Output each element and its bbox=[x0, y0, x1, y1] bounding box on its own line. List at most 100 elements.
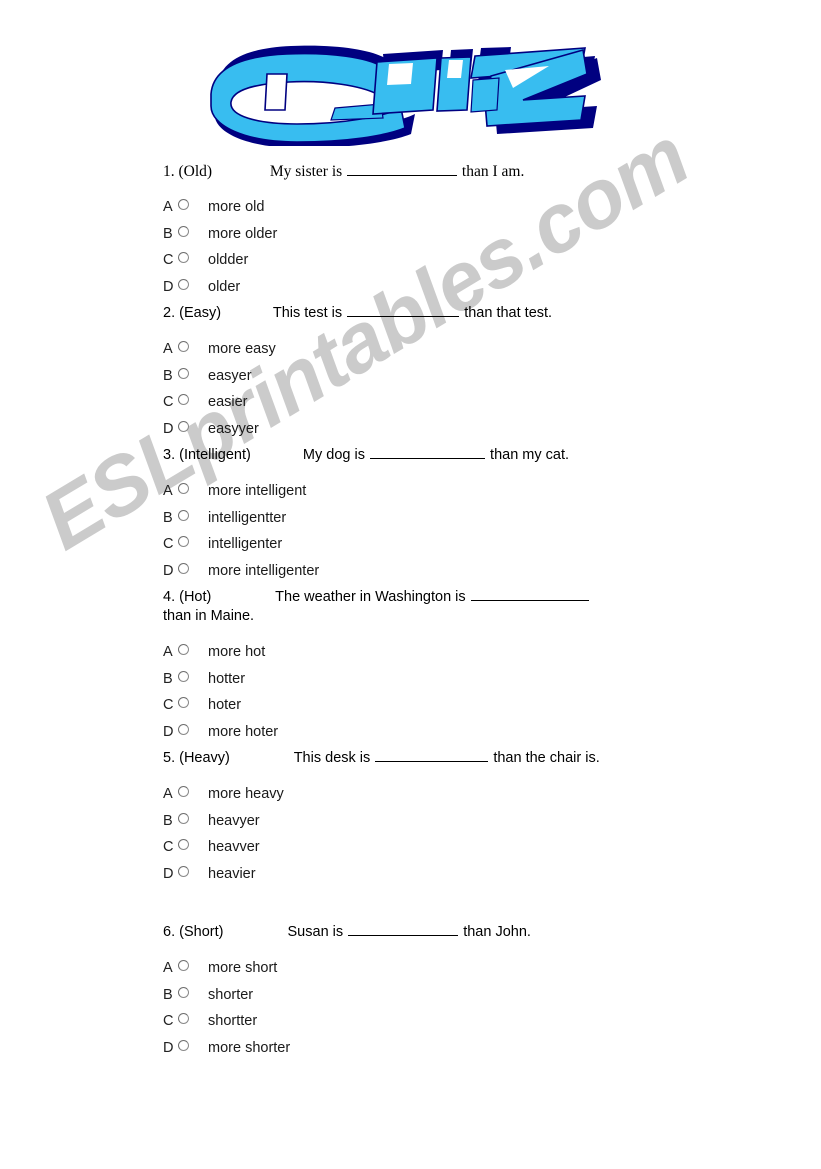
radio-button-icon[interactable] bbox=[178, 562, 189, 574]
question-cue-word: (Old) bbox=[178, 163, 213, 180]
option-row[interactable]: C hoter bbox=[163, 695, 663, 722]
radio-button-icon[interactable] bbox=[178, 225, 189, 237]
option-letter: A bbox=[163, 199, 173, 215]
option-row[interactable]: A more heavy bbox=[163, 784, 663, 811]
radio-button-icon[interactable] bbox=[178, 483, 189, 494]
radio-button-icon[interactable] bbox=[178, 644, 189, 655]
answer-blank[interactable] bbox=[347, 303, 460, 317]
option-letter: C bbox=[163, 1013, 174, 1029]
option-row[interactable]: D older bbox=[163, 277, 663, 304]
option-row[interactable]: C easier bbox=[163, 392, 663, 419]
option-row[interactable]: C oldder bbox=[163, 250, 663, 277]
answer-blank[interactable] bbox=[347, 162, 458, 176]
question-cue-word: (Easy) bbox=[179, 305, 222, 321]
question-cue-word: (Heavy) bbox=[179, 750, 230, 766]
sentence-before: Susan is bbox=[287, 924, 344, 940]
option-row[interactable]: C intelligenter bbox=[163, 534, 663, 561]
radio-button-icon[interactable] bbox=[178, 723, 189, 735]
option-label: more hot bbox=[208, 644, 266, 660]
option-letter: A bbox=[163, 341, 173, 357]
answer-blank[interactable] bbox=[470, 587, 589, 601]
option-row[interactable]: B intelligentter bbox=[163, 508, 663, 535]
option-label: shorter bbox=[208, 986, 254, 1003]
option-label: more old bbox=[208, 199, 265, 215]
option-row[interactable]: A more intelligent bbox=[163, 481, 663, 508]
options-list: A more old B more older C oldder D older bbox=[163, 197, 663, 303]
option-label: easier bbox=[208, 394, 248, 410]
question-block: 5. (Heavy) This desk is than the chair i… bbox=[163, 748, 663, 890]
radio-button-icon[interactable] bbox=[178, 670, 189, 682]
option-letter: D bbox=[163, 865, 174, 882]
radio-button-icon[interactable] bbox=[178, 865, 189, 877]
question-number: 2. bbox=[163, 305, 176, 321]
radio-button-icon[interactable] bbox=[178, 986, 189, 998]
question-line: 5. (Heavy) This desk is than the chair i… bbox=[163, 748, 663, 768]
option-row[interactable]: C shortter bbox=[163, 1011, 663, 1038]
options-list: A more easy B easyer C easier D easyyer bbox=[163, 339, 663, 445]
radio-button-icon[interactable] bbox=[178, 341, 189, 352]
quiz-wordart-logo bbox=[205, 36, 605, 146]
radio-button-icon[interactable] bbox=[178, 394, 189, 405]
radio-button-icon[interactable] bbox=[178, 1013, 189, 1024]
option-letter: A bbox=[163, 960, 173, 976]
option-row[interactable]: A more old bbox=[163, 197, 663, 224]
option-row[interactable]: A more hot bbox=[163, 642, 663, 669]
option-label: intelligentter bbox=[208, 509, 287, 526]
option-letter: C bbox=[163, 697, 174, 713]
question-block: 6. (Short) Susan is than John. A more sh… bbox=[163, 922, 663, 1064]
question-line: 6. (Short) Susan is than John. bbox=[163, 922, 663, 942]
radio-button-icon[interactable] bbox=[178, 697, 189, 708]
option-row[interactable]: C heavver bbox=[163, 837, 663, 864]
question-number: 4. bbox=[163, 589, 176, 605]
question-number: 6. bbox=[163, 924, 176, 940]
radio-button-icon[interactable] bbox=[178, 1039, 189, 1051]
option-row[interactable]: B heavyer bbox=[163, 811, 663, 838]
option-label: more heavy bbox=[208, 786, 284, 802]
option-row[interactable]: B more older bbox=[163, 224, 663, 251]
question-line: 1. (Old) My sister is than I am. bbox=[163, 162, 663, 181]
option-row[interactable]: D more hoter bbox=[163, 722, 663, 749]
option-letter: D bbox=[163, 723, 174, 740]
option-row[interactable]: A more short bbox=[163, 958, 663, 985]
option-letter: B bbox=[163, 225, 173, 242]
answer-blank[interactable] bbox=[375, 748, 489, 762]
option-letter: B bbox=[163, 670, 173, 687]
option-row[interactable]: B shorter bbox=[163, 985, 663, 1012]
radio-button-icon[interactable] bbox=[178, 199, 189, 210]
radio-button-icon[interactable] bbox=[178, 812, 189, 824]
questions-container: 1. (Old) My sister is than I am. A more … bbox=[163, 162, 663, 1064]
question-block: 1. (Old) My sister is than I am. A more … bbox=[163, 162, 663, 303]
option-row[interactable]: D more intelligenter bbox=[163, 561, 663, 588]
question-line: 3. (Intelligent) My dog is than my cat. bbox=[163, 445, 663, 465]
radio-button-icon[interactable] bbox=[178, 960, 189, 971]
option-row[interactable]: B hotter bbox=[163, 669, 663, 696]
radio-button-icon[interactable] bbox=[178, 420, 189, 432]
radio-button-icon[interactable] bbox=[178, 367, 189, 379]
sentence-before: This desk is bbox=[293, 750, 371, 766]
sentence-before: My sister is bbox=[269, 163, 343, 180]
option-label: heavier bbox=[208, 865, 256, 882]
radio-button-icon[interactable] bbox=[178, 786, 189, 797]
option-row[interactable]: A more easy bbox=[163, 339, 663, 366]
option-row[interactable]: D more shorter bbox=[163, 1038, 663, 1065]
question-cue-word: (Short) bbox=[179, 924, 224, 940]
answer-blank[interactable] bbox=[348, 922, 459, 936]
option-row[interactable]: D heavier bbox=[163, 864, 663, 891]
sentence-after: than I am. bbox=[461, 163, 525, 180]
option-label: shortter bbox=[208, 1013, 258, 1029]
radio-button-icon[interactable] bbox=[178, 252, 189, 263]
option-label: more intelligenter bbox=[208, 562, 320, 579]
option-label: hoter bbox=[208, 697, 242, 713]
radio-button-icon[interactable] bbox=[178, 278, 189, 290]
answer-blank[interactable] bbox=[370, 445, 486, 459]
radio-button-icon[interactable] bbox=[178, 839, 189, 850]
option-row[interactable]: B easyer bbox=[163, 366, 663, 393]
option-letter: A bbox=[163, 786, 173, 802]
radio-button-icon[interactable] bbox=[178, 536, 189, 547]
option-row[interactable]: D easyyer bbox=[163, 419, 663, 446]
radio-button-icon[interactable] bbox=[178, 509, 189, 521]
option-letter: C bbox=[163, 536, 174, 552]
sentence-before: This test is bbox=[272, 305, 343, 321]
option-label: more older bbox=[208, 225, 278, 242]
